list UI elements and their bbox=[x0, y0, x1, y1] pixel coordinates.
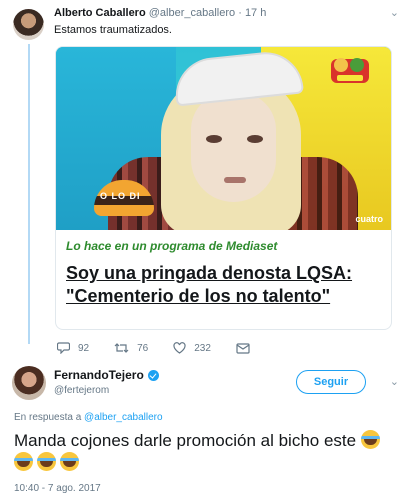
tears-of-joy-emoji-icon bbox=[360, 430, 380, 449]
retweet-button[interactable]: 76 bbox=[114, 342, 148, 354]
like-button[interactable]: 232 bbox=[173, 342, 211, 354]
tweet-timestamp[interactable]: 10:40 - 7 ago. 2017 bbox=[14, 483, 101, 494]
follow-button[interactable]: Seguir bbox=[296, 370, 366, 394]
reply-context: En respuesta a @alber_caballero bbox=[14, 412, 163, 423]
tweet-time[interactable]: 17 h bbox=[245, 7, 266, 19]
left-eye bbox=[206, 135, 222, 143]
face bbox=[191, 92, 276, 202]
tears-of-joy-emoji-icon bbox=[37, 452, 56, 471]
image-watermark: O LO DI bbox=[100, 191, 141, 201]
avatar[interactable] bbox=[12, 366, 46, 400]
author-handle[interactable]: @alber_caballero bbox=[149, 7, 235, 19]
link-preview-card[interactable]: O LO DI cuatro Lo hace en un programa de… bbox=[55, 46, 392, 330]
right-eye bbox=[247, 135, 263, 143]
card-tag: Lo hace en un programa de Mediaset bbox=[66, 239, 278, 253]
card-image: O LO DI cuatro bbox=[56, 47, 391, 230]
verified-badge-icon bbox=[147, 369, 159, 381]
envelope-icon bbox=[236, 342, 250, 354]
thread-connector-line bbox=[28, 44, 30, 344]
show-logo-icon bbox=[331, 58, 369, 83]
tears-of-joy-emoji-icon bbox=[60, 452, 79, 471]
reply-prefix: En respuesta a bbox=[14, 412, 82, 423]
chevron-down-icon[interactable]: ⌄ bbox=[390, 375, 399, 388]
mouth bbox=[224, 177, 246, 183]
reply-icon bbox=[57, 342, 70, 354]
author-handle[interactable]: @fertejerom bbox=[54, 385, 109, 396]
author-name[interactable]: Alberto Caballero bbox=[54, 7, 146, 19]
tweet-body: Manda cojones darle promoción al bicho e… bbox=[14, 431, 357, 450]
direct-message-button[interactable] bbox=[236, 342, 258, 354]
tweet-text: Manda cojones darle promoción al bicho e… bbox=[14, 430, 394, 474]
chevron-down-icon[interactable]: ⌄ bbox=[390, 6, 399, 19]
separator-dot: · bbox=[238, 7, 242, 19]
reply-mention-link[interactable]: @alber_caballero bbox=[84, 412, 163, 423]
avatar[interactable] bbox=[13, 9, 44, 40]
heart-icon bbox=[173, 342, 186, 354]
tweet-text: Estamos traumatizados. bbox=[54, 24, 172, 36]
tweet-header: Alberto Caballero @alber_caballero · 17 … bbox=[54, 7, 266, 19]
reply-button[interactable]: 92 bbox=[57, 342, 89, 354]
retweet-icon bbox=[114, 343, 129, 353]
like-count: 232 bbox=[194, 342, 211, 354]
tears-of-joy-emoji-icon bbox=[14, 452, 33, 471]
retweet-count: 76 bbox=[137, 342, 149, 354]
card-title[interactable]: Soy una pringada denosta LQSA: "Cementer… bbox=[66, 262, 381, 308]
tweet-actions: 92 76 232 bbox=[57, 341, 283, 355]
reply-count: 92 bbox=[78, 342, 90, 354]
channel-watermark: cuatro bbox=[355, 214, 383, 224]
author-name[interactable]: FernandoTejero bbox=[54, 368, 144, 382]
author-name-row[interactable]: FernandoTejero bbox=[54, 368, 159, 382]
